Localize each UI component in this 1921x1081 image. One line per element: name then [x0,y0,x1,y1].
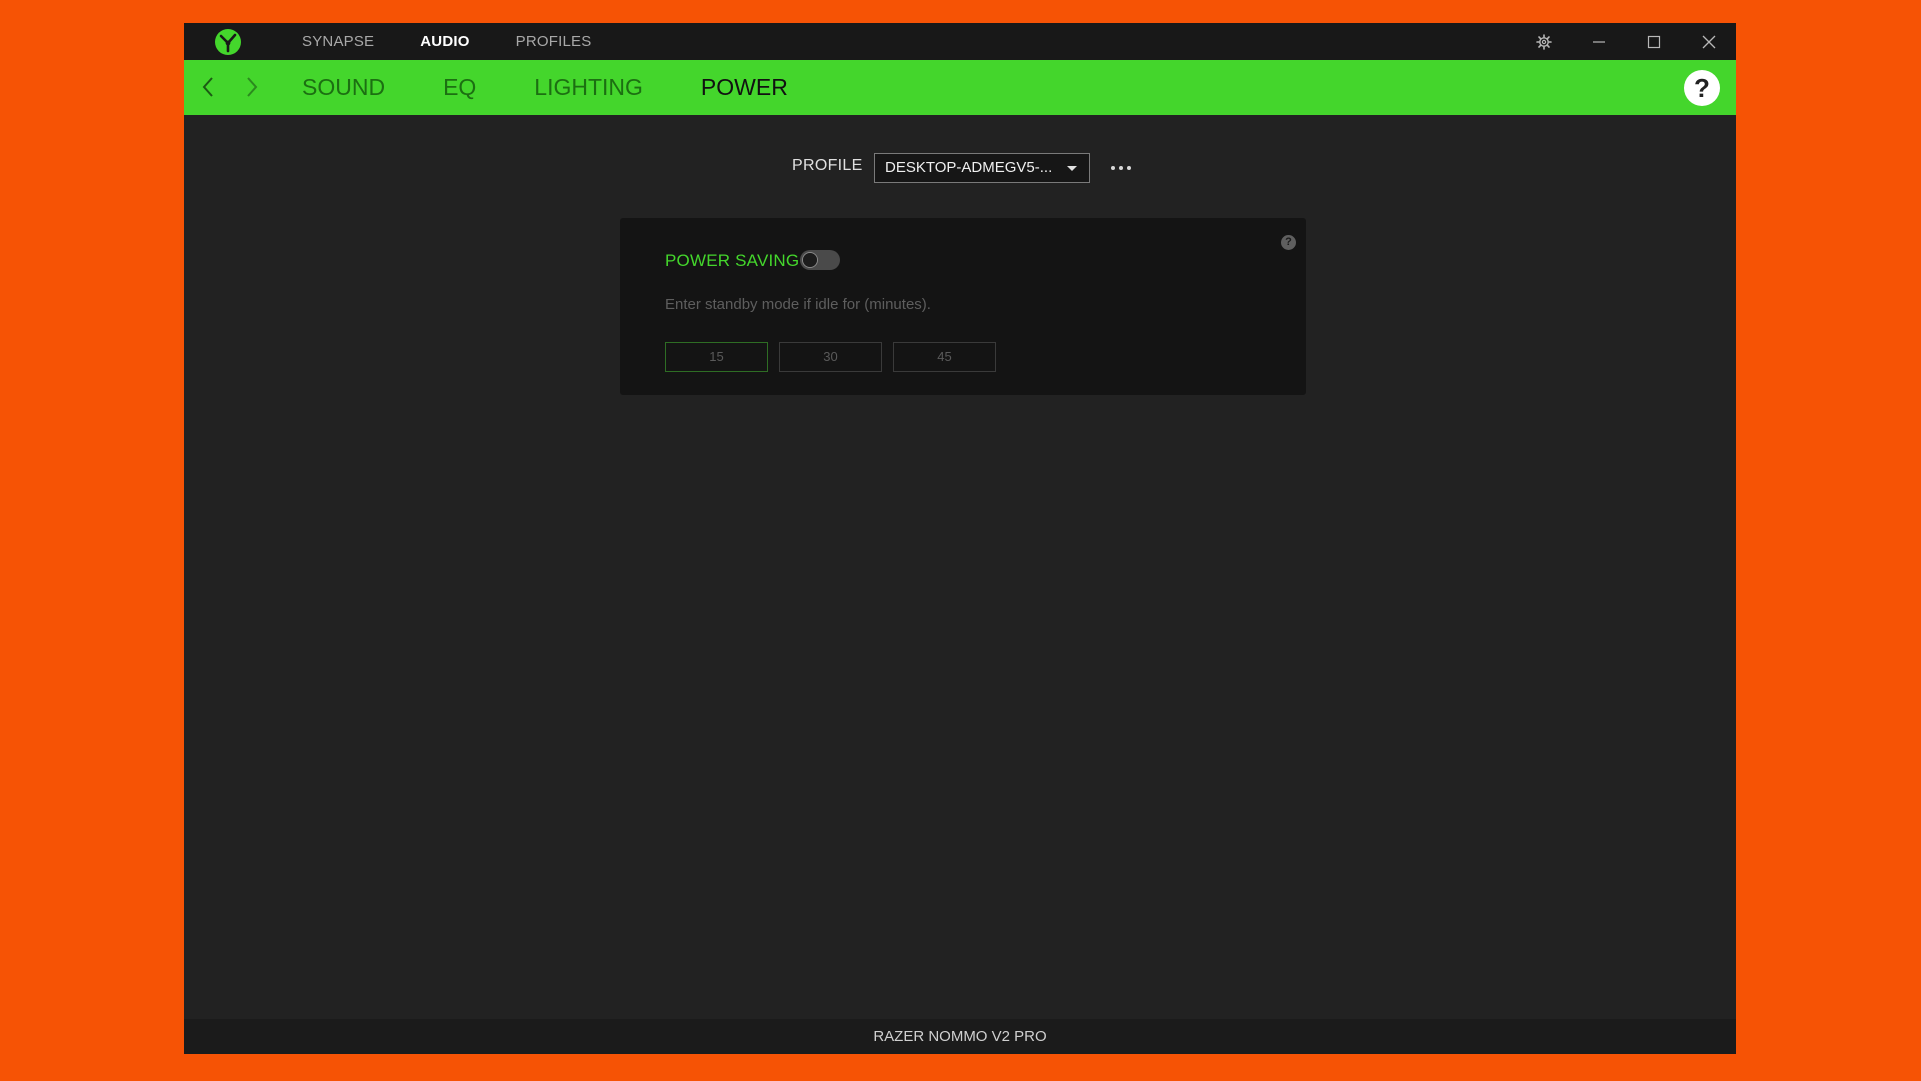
topnav-profiles[interactable]: PROFILES [516,23,592,60]
profile-dropdown-value: DESKTOP-ADMEGV5-... [885,159,1053,176]
topnav-synapse[interactable]: SYNAPSE [302,23,374,60]
tab-eq[interactable]: EQ [443,60,476,115]
window-controls [1516,23,1736,60]
toggle-knob [803,253,817,267]
title-bar: SYNAPSE AUDIO PROFILES [184,23,1736,60]
section-nav: SOUND EQ LIGHTING POWER ? [184,60,1736,115]
tab-sound[interactable]: SOUND [302,60,385,115]
minimize-icon[interactable] [1571,23,1626,60]
caret-down-icon [1067,166,1077,171]
razer-logo-icon[interactable] [214,28,242,56]
device-name-footer: RAZER NOMMO V2 PRO [184,1019,1736,1054]
top-nav: SYNAPSE AUDIO PROFILES [302,23,637,60]
chevron-right-icon[interactable] [238,73,266,101]
power-saving-title: POWER SAVING [665,251,800,270]
topnav-audio[interactable]: AUDIO [420,23,469,60]
synapse-window: SYNAPSE AUDIO PROFILES SOUND EQ LIGHTING… [184,23,1736,1054]
power-saving-description: Enter standby mode if idle for (minutes)… [665,296,931,313]
ellipsis-icon[interactable] [1108,157,1134,179]
tab-lighting[interactable]: LIGHTING [534,60,643,115]
subtabs: SOUND EQ LIGHTING POWER [302,60,846,115]
power-saving-card: ? POWER SAVING Enter standby mode if idl… [620,218,1306,395]
profile-label: PROFILE [792,157,863,174]
idle-option-15[interactable]: 15 [665,342,768,372]
idle-option-45[interactable]: 45 [893,342,996,372]
help-icon[interactable]: ? [1684,70,1720,106]
maximize-icon[interactable] [1626,23,1681,60]
tab-power[interactable]: POWER [701,60,788,115]
info-icon[interactable]: ? [1281,235,1296,250]
chevron-left-icon[interactable] [194,73,222,101]
power-saving-toggle[interactable] [800,250,840,270]
profile-dropdown[interactable]: DESKTOP-ADMEGV5-... [874,153,1090,183]
idle-option-30[interactable]: 30 [779,342,882,372]
settings-icon[interactable] [1516,23,1571,60]
close-icon[interactable] [1681,23,1736,60]
